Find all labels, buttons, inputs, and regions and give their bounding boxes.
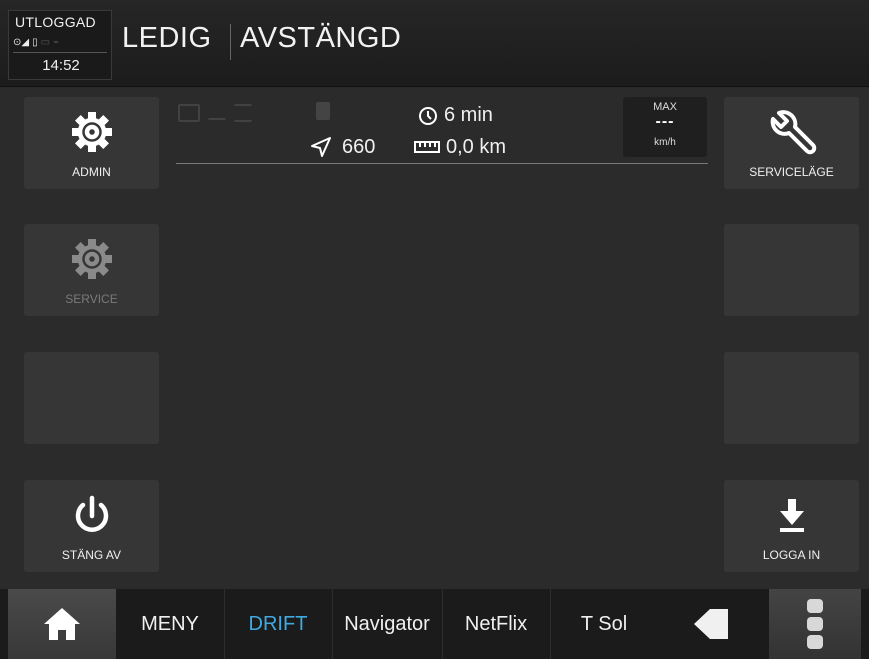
back-arrow-icon bbox=[694, 609, 728, 639]
wrench-icon bbox=[724, 107, 859, 157]
book-icon bbox=[316, 102, 330, 120]
speed-unit: km/h bbox=[654, 137, 676, 148]
trip-distance: 0,0 km bbox=[446, 136, 507, 158]
meter-mode: AVSTÄNGD bbox=[240, 22, 402, 54]
service-mode-label: SERVICELÄGE bbox=[749, 165, 834, 179]
trip-duration: 6 min bbox=[444, 104, 493, 126]
download-icon bbox=[724, 490, 859, 540]
signal-icon: ⌁ bbox=[53, 36, 60, 48]
status-icons: ⊙◢ ▯ ▭ ⌁ bbox=[13, 35, 109, 49]
tab-navigator[interactable]: Navigator bbox=[332, 589, 442, 659]
menu-dots-icon bbox=[807, 599, 823, 649]
header-bar: UTLOGGAD ⊙◢ ▯ ▭ ⌁ 14:52 LEDIG AVSTÄNGD bbox=[0, 0, 869, 87]
status-box[interactable]: UTLOGGAD ⊙◢ ▯ ▭ ⌁ 14:52 bbox=[8, 10, 112, 80]
empty-right-button-1[interactable] bbox=[724, 224, 859, 316]
gear-icon bbox=[24, 107, 159, 157]
phone-icon: ▯ bbox=[32, 36, 38, 48]
admin-button[interactable]: ADMIN bbox=[24, 97, 159, 189]
tab-drift[interactable]: DRIFT bbox=[224, 589, 332, 659]
service-label: SERVICE bbox=[65, 292, 118, 306]
list-icon bbox=[234, 104, 252, 122]
ruler-icon bbox=[414, 141, 440, 153]
shutdown-button[interactable]: STÄNG AV bbox=[24, 480, 159, 572]
tab-meny[interactable]: MENY bbox=[116, 589, 224, 659]
position-value: 660 bbox=[342, 136, 376, 158]
home-icon bbox=[44, 608, 80, 640]
power-icon bbox=[24, 490, 159, 540]
clock: 14:52 bbox=[42, 57, 80, 74]
more-button[interactable] bbox=[769, 589, 861, 659]
gear-icon bbox=[24, 234, 159, 284]
bottom-nav: MENY DRIFT Navigator NetFlix T Sol bbox=[0, 589, 869, 659]
empty-right-button-2[interactable] bbox=[724, 352, 859, 444]
service-mode-button[interactable]: SERVICELÄGE bbox=[724, 97, 859, 189]
mail-icon bbox=[178, 104, 200, 122]
empty-left-button[interactable] bbox=[24, 352, 159, 444]
service-button[interactable]: SERVICE bbox=[24, 224, 159, 316]
taxi-status: LEDIG bbox=[122, 22, 212, 54]
tab-t-sol[interactable]: T Sol bbox=[550, 589, 658, 659]
status-divider bbox=[13, 52, 107, 53]
shutdown-label: STÄNG AV bbox=[61, 548, 122, 562]
inactive-status-icons bbox=[178, 104, 252, 122]
login-status: UTLOGGAD bbox=[15, 14, 96, 30]
home-button[interactable] bbox=[8, 589, 116, 659]
back-button[interactable] bbox=[658, 589, 766, 659]
clock-icon bbox=[419, 107, 437, 125]
login-button[interactable]: LOGGA IN bbox=[724, 480, 859, 572]
printer-icon: ▭ bbox=[40, 36, 51, 48]
admin-label: ADMIN bbox=[72, 165, 111, 179]
max-speed-box: MAX --- km/h bbox=[623, 97, 707, 157]
gps-icon: ⊙◢ bbox=[13, 36, 30, 48]
login-label: LOGGA IN bbox=[762, 548, 821, 562]
info-divider bbox=[176, 163, 708, 164]
check-icon bbox=[208, 104, 226, 120]
max-speed-label: MAX bbox=[653, 101, 677, 113]
tab-netflix[interactable]: NetFlix bbox=[442, 589, 550, 659]
header-divider bbox=[230, 24, 231, 60]
max-speed-value: --- bbox=[655, 113, 675, 130]
navigation-arrow-icon bbox=[311, 137, 331, 157]
